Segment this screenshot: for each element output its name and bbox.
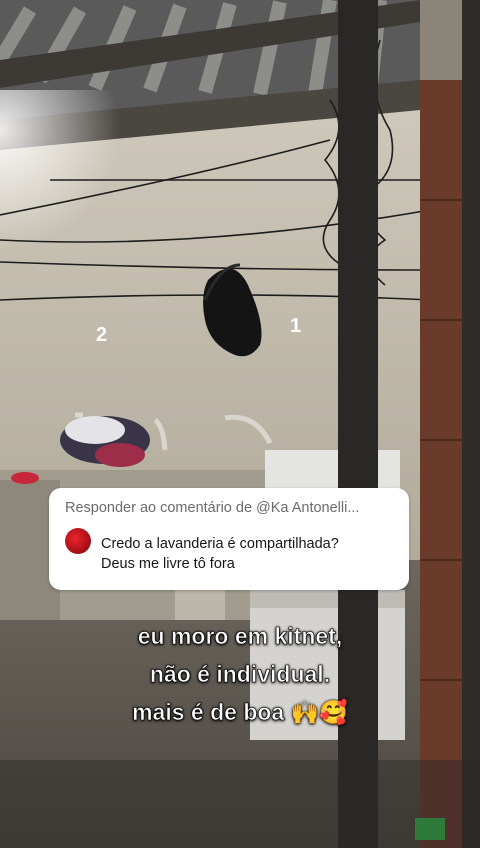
reply-comment-card[interactable]: Responder ao comentário de @Ka Antonelli… xyxy=(49,488,409,590)
comment-text: Credo a lavanderia é compartilhada? Deus… xyxy=(101,534,401,574)
caption-line-3: mais é de boa 🙌🥰 xyxy=(132,699,348,726)
wall-mark-left: 2 xyxy=(96,324,107,346)
reply-header: Responder ao comentário de @Ka Antonelli… xyxy=(65,500,360,516)
comment-line-2: Deus me livre tô fora xyxy=(101,556,235,572)
caption-line-2: não é individual. xyxy=(149,661,331,688)
wall-mark-right: 1 xyxy=(290,315,301,337)
caption-line-1: eu moro em kitnet, xyxy=(137,623,343,650)
comment-line-1: Credo a lavanderia é compartilhada? xyxy=(101,536,339,552)
video-caption: eu moro em kitnet, não é individual. mai… xyxy=(0,617,480,731)
commenter-avatar xyxy=(65,528,91,554)
